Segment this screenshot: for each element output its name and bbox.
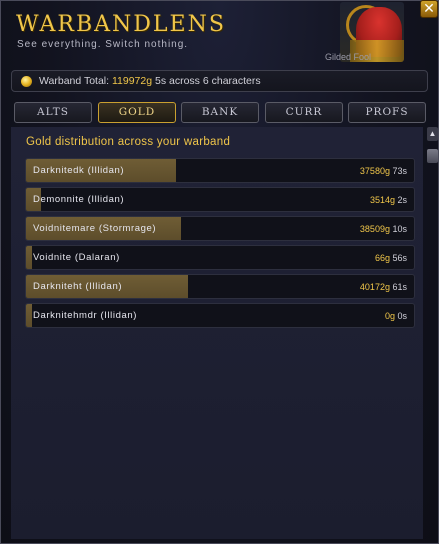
list-item[interactable]: Darkniteht (Illidan) 40172g 61s xyxy=(25,274,415,299)
tab-alts[interactable]: ALTS xyxy=(14,102,92,123)
player-name: Gilded Fool xyxy=(324,52,371,62)
tab-bank[interactable]: BANK xyxy=(181,102,259,123)
list-item[interactable]: Voidnitemare (Stormrage) 38509g 10s xyxy=(25,216,415,241)
character-gold: 3514g 2s xyxy=(369,195,407,205)
warband-total-rest: 5s across 6 characters xyxy=(155,75,261,87)
character-name: Voidnitemare (Stormrage) xyxy=(33,223,157,234)
scrollbar[interactable]: ▲ xyxy=(427,127,439,544)
list-item[interactable]: Demonnite (Illidan) 3514g 2s xyxy=(25,187,415,212)
close-icon: ✕ xyxy=(423,0,435,16)
tab-gold[interactable]: GOLD xyxy=(98,102,176,123)
section-heading: Gold distribution across your warband xyxy=(26,136,231,148)
gold-coin-icon xyxy=(21,76,32,87)
addon-subtitle: See everything. Switch nothing. xyxy=(17,39,189,50)
character-gold: 0g 0s xyxy=(384,311,407,321)
character-gold: 40172g 61s xyxy=(359,282,407,292)
gold-share-bar xyxy=(26,246,32,269)
list-item[interactable]: Darknitehmdr (Illidan) 0g 0s xyxy=(25,303,415,328)
character-name: Voidnite (Dalaran) xyxy=(33,252,120,263)
tab-curr[interactable]: CURR xyxy=(265,102,343,123)
tab-bar: ALTS GOLD BANK CURR PROFS xyxy=(14,102,429,124)
tab-profs[interactable]: PROFS xyxy=(348,102,426,123)
character-gold: 38509g 10s xyxy=(359,224,407,234)
warband-total-gold: 119972g xyxy=(111,75,153,87)
character-gold: 66g 56s xyxy=(374,253,407,263)
list-item[interactable]: Voidnite (Dalaran) 66g 56s xyxy=(25,245,415,270)
character-name: Darknitehmdr (Illidan) xyxy=(33,310,138,321)
addon-title: WARBANDLENS xyxy=(16,12,226,37)
character-name: Darknitedk (Illidan) xyxy=(33,165,125,176)
list-item[interactable]: Darknitedk (Illidan) 37580g 73s xyxy=(25,158,415,183)
character-name: Darkniteht (Illidan) xyxy=(33,281,123,292)
warband-total-bar: Warband Total: 119972g 5s across 6 chara… xyxy=(11,70,428,92)
character-name: Demonnite (Illidan) xyxy=(33,194,125,205)
gold-share-bar xyxy=(26,304,32,327)
character-gold: 37580g 73s xyxy=(359,166,407,176)
scroll-up-arrow-icon[interactable]: ▲ xyxy=(427,127,438,141)
warband-total-label: Warband Total: xyxy=(39,75,110,87)
scroll-thumb[interactable] xyxy=(427,149,438,163)
close-button[interactable]: ✕ xyxy=(420,0,438,18)
